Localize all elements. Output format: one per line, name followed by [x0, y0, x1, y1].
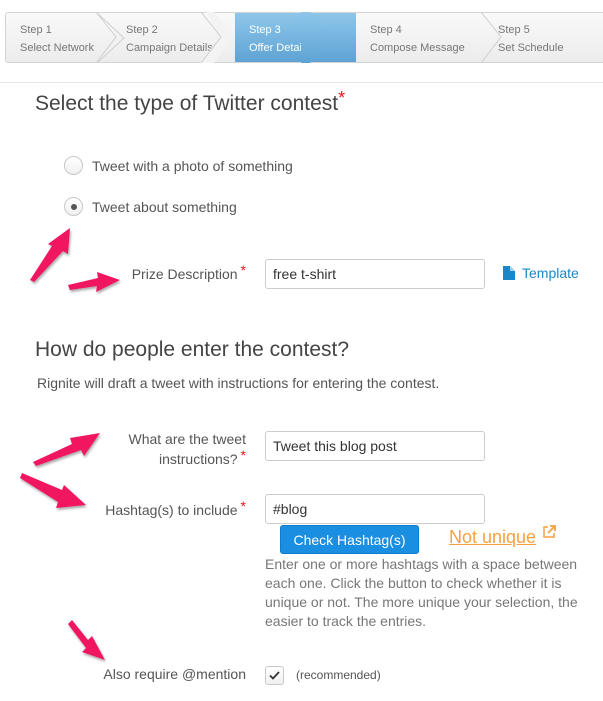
entry-description: Rignite will draft a tweet with instruct…: [37, 375, 440, 391]
radio-label: Tweet with a photo of something: [92, 157, 293, 174]
divider: [0, 82, 603, 83]
radio-option-tweet-about[interactable]: Tweet about something: [64, 197, 237, 216]
radio-label: Tweet about something: [92, 198, 237, 215]
template-link[interactable]: Template: [503, 265, 579, 281]
not-unique-label: Not unique: [449, 527, 537, 547]
annotation-arrow: [68, 620, 105, 660]
annotation-arrow: [30, 228, 70, 282]
radio-button[interactable]: [64, 156, 83, 175]
prize-description-label: Prize Description *: [131, 262, 246, 282]
tweet-instructions-label: What are the tweet instructions? *: [128, 431, 246, 467]
check-hashtag-button[interactable]: Check Hashtag(s): [280, 525, 419, 554]
radio-button-selected[interactable]: [64, 197, 83, 216]
chevron-left-of-active: [200, 12, 234, 63]
recommended-note: (recommended): [296, 668, 381, 682]
chevron-separator: [96, 13, 125, 62]
hashtag-input[interactable]: #blog: [265, 494, 485, 524]
annotation-arrow: [20, 473, 86, 508]
mention-label: Also require @mention: [103, 666, 246, 682]
checkmark-icon: [269, 671, 280, 680]
annotation-arrow: [68, 272, 120, 292]
annotation-arrow: [33, 433, 100, 466]
external-link-icon: [543, 524, 556, 538]
chevron-separator: [480, 12, 502, 63]
hashtag-status-link[interactable]: Not unique: [449, 524, 556, 548]
wizard-chevrons: [95, 12, 502, 63]
prize-description-input[interactable]: free t-shirt: [265, 259, 485, 289]
radio-option-photo[interactable]: Tweet with a photo of something: [64, 156, 293, 175]
entry-heading: How do people enter the contest?: [35, 338, 350, 361]
hashtag-help-text: Enter one or more hashtags with a space …: [265, 556, 578, 629]
document-icon: [503, 266, 515, 280]
mention-checkbox[interactable]: [265, 666, 284, 685]
hashtag-label: Hashtag(s) to include *: [105, 498, 246, 518]
contest-type-heading: Select the type of Twitter contest*: [35, 88, 346, 115]
template-label: Template: [522, 265, 579, 281]
tweet-instructions-input[interactable]: Tweet this blog post: [265, 431, 485, 461]
